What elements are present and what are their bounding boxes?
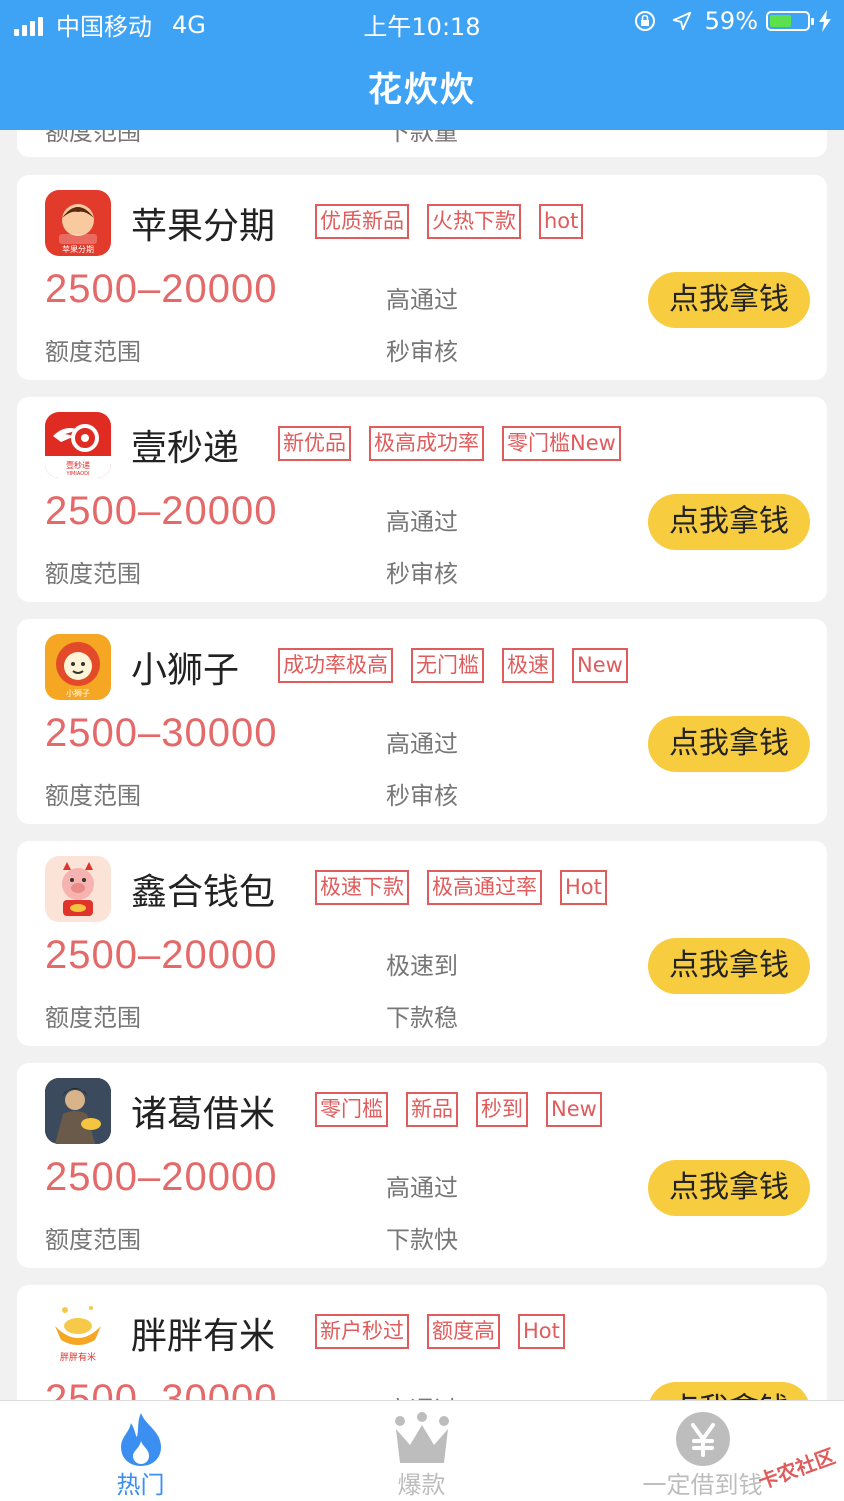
tag: New <box>546 1092 602 1127</box>
tab-label: 爆款 <box>397 1471 446 1499</box>
tag: 新户秒过 <box>315 1314 409 1349</box>
battery-percent: 59% <box>704 7 758 35</box>
feature-2: 秒审核 <box>386 338 458 366</box>
svg-text:胖胖有米: 胖胖有米 <box>60 1351 96 1363</box>
tag: 无门槛 <box>411 648 484 683</box>
get-money-button[interactable]: 点我拿钱 <box>648 938 810 994</box>
tag-list: 优质新品 火热下款 hot <box>315 204 601 239</box>
svg-text:苹果分期: 苹果分期 <box>62 244 94 254</box>
tag: 新优品 <box>278 426 351 461</box>
page-title: 花炊炊 <box>368 70 476 110</box>
pig-icon <box>45 856 111 922</box>
amount-range: 2500–20000 <box>45 933 278 977</box>
tag: 优质新品 <box>315 204 409 239</box>
lion-icon: 小狮子 <box>45 634 111 700</box>
tag: New <box>572 648 628 683</box>
tag: 极高成功率 <box>369 426 484 461</box>
product-name: 壹秒递 <box>131 428 240 469</box>
amount-range: 2500–20000 <box>45 267 278 311</box>
tag: 火热下款 <box>427 204 521 239</box>
apple-girl-icon: 苹果分期 <box>45 190 111 256</box>
yen-icon <box>675 1412 730 1466</box>
loan-card[interactable]: 诸葛借米 零门槛 新品 秒到 New 2500–20000 额度范围 高通过 下… <box>17 1063 827 1268</box>
tag: Hot <box>518 1314 565 1349</box>
tag: 极速 <box>502 648 554 683</box>
amount-range-label: 额度范围 <box>45 1004 141 1032</box>
crown-icon <box>394 1412 449 1463</box>
app-header: 中国移动 4G 上午10:18 59% 花炊炊 <box>0 0 844 130</box>
tag: 秒到 <box>476 1092 528 1127</box>
svg-text:YIMIAODI: YIMIAODI <box>66 471 90 477</box>
loan-card[interactable]: 鑫合钱包 极速下款 极高通过率 Hot 2500–20000 额度范围 极速到 … <box>17 841 827 1046</box>
tag: 零门槛 <box>315 1092 388 1127</box>
feature-1: 高通过 <box>386 730 458 758</box>
get-money-button[interactable]: 点我拿钱 <box>648 1160 810 1216</box>
feature-2: 秒审核 <box>386 782 458 810</box>
tag-list: 极速下款 极高通过率 Hot <box>315 870 625 905</box>
orientation-lock-icon <box>634 11 655 31</box>
amount-range: 2500–20000 <box>45 489 278 533</box>
tag-list: 新户秒过 额度高 Hot <box>315 1314 583 1349</box>
amount-range: 2500–20000 <box>45 1155 278 1199</box>
loan-card[interactable]: 小狮子 小狮子 成功率极高 无门槛 极速 New 2500–30000 额度范围… <box>17 619 827 824</box>
get-money-button[interactable]: 点我拿钱 <box>648 716 810 772</box>
gold-ingot-icon: 胖胖有米 <box>45 1300 111 1366</box>
tag-list: 成功率极高 无门槛 极速 New <box>278 648 646 683</box>
product-name: 诸葛借米 <box>131 1094 276 1135</box>
amount-range-label: 额度范围 <box>45 560 141 588</box>
feature-1: 高通过 <box>386 508 458 536</box>
product-name: 鑫合钱包 <box>131 872 276 913</box>
loan-card[interactable]: 苹果分期 苹果分期 优质新品 火热下款 hot 2500–20000 额度范围 … <box>17 175 827 380</box>
get-money-button[interactable]: 点我拿钱 <box>648 272 810 328</box>
svg-text:小狮子: 小狮子 <box>66 689 90 698</box>
tag-list: 新优品 极高成功率 零门槛New <box>278 426 639 461</box>
location-arrow-icon <box>672 11 691 31</box>
tag: 额度高 <box>427 1314 500 1349</box>
feature-1: 极速到 <box>386 952 458 980</box>
feature-2: 秒审核 <box>386 560 458 588</box>
amount-range: 2500–30000 <box>45 711 278 755</box>
get-money-button[interactable]: 点我拿钱 <box>648 494 810 550</box>
amount-range-label: 额度范围 <box>45 1226 141 1254</box>
tag: hot <box>539 204 584 239</box>
battery-icon <box>766 11 814 31</box>
product-name: 小狮子 <box>131 650 240 691</box>
flame-icon <box>120 1413 161 1466</box>
tag: 新品 <box>406 1092 458 1127</box>
tag: 极高通过率 <box>427 870 542 905</box>
loan-card[interactable]: 壹秒递 YIMIAODI 壹秒递 新优品 极高成功率 零门槛New 2500–2… <box>17 397 827 602</box>
product-name: 胖胖有米 <box>131 1316 276 1357</box>
svg-text:壹秒递: 壹秒递 <box>66 460 90 470</box>
tab-hot[interactable]: 热门 <box>0 1401 281 1501</box>
feature-2: 下款稳 <box>386 1004 458 1032</box>
tab-bar: 热门 爆款 一定借到钱 <box>0 1400 844 1501</box>
tab-label: 热门 <box>116 1471 165 1499</box>
warrior-icon <box>45 1078 111 1144</box>
status-right: 59% <box>633 7 832 35</box>
product-name: 苹果分期 <box>131 206 276 247</box>
feature-1: 高通过 <box>386 1174 458 1202</box>
tab-bestseller[interactable]: 爆款 <box>281 1401 562 1501</box>
feature-2: 下款快 <box>386 1226 458 1254</box>
tag: 成功率极高 <box>278 648 393 683</box>
tag: 极速下款 <box>315 870 409 905</box>
feature-1: 高通过 <box>386 286 458 314</box>
charging-icon <box>819 10 831 32</box>
eye-wing-icon: 壹秒递 YIMIAODI <box>45 412 111 478</box>
amount-range-label: 额度范围 <box>45 338 141 366</box>
tag: 零门槛New <box>502 426 621 461</box>
status-bar: 中国移动 4G 上午10:18 59% <box>0 0 844 42</box>
tag-list: 零门槛 新品 秒到 New <box>315 1092 620 1127</box>
tag: Hot <box>560 870 607 905</box>
amount-range-label: 额度范围 <box>45 782 141 810</box>
